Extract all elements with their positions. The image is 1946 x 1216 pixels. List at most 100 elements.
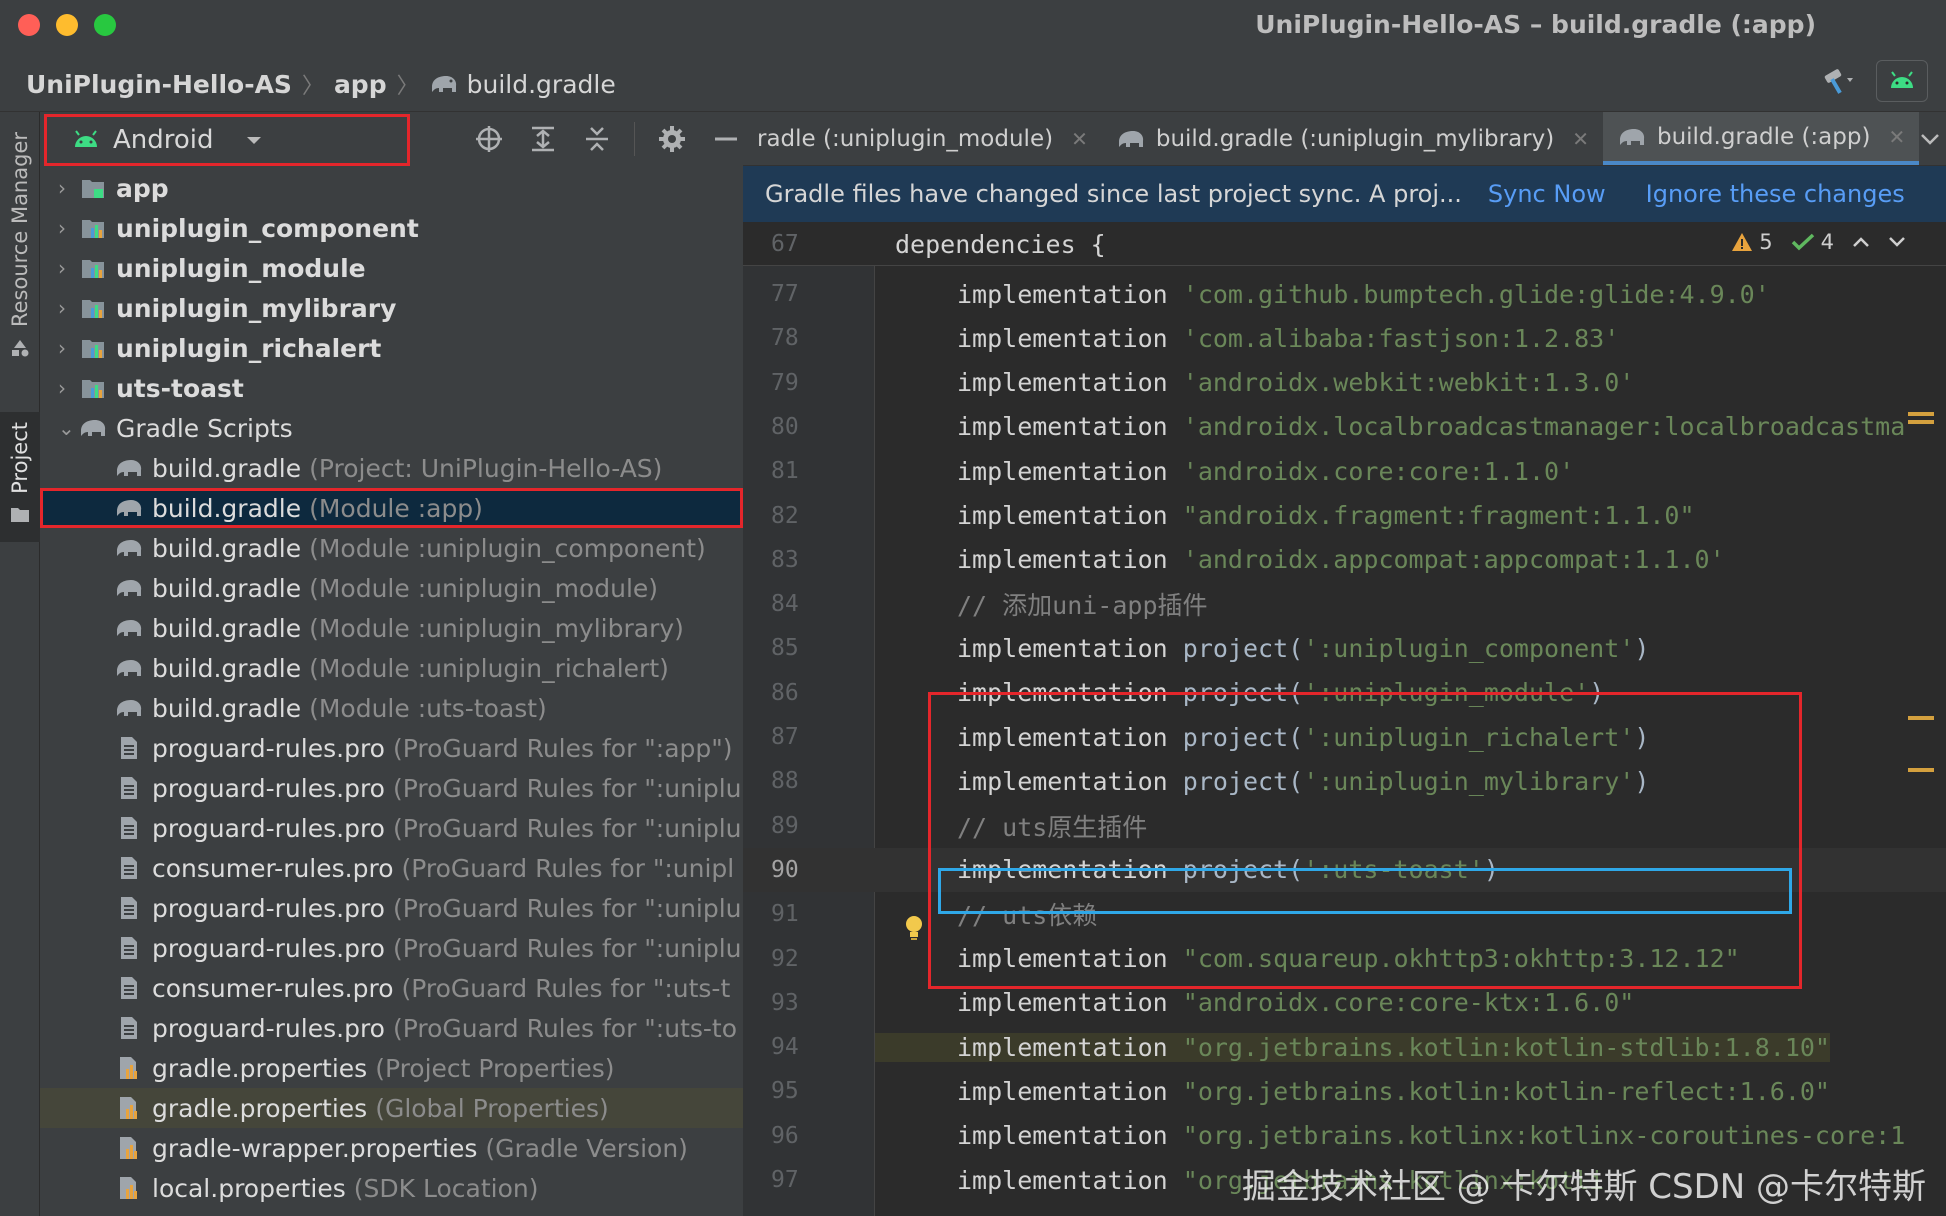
tree-item[interactable]: › uts-toast [40,368,743,408]
tree-item[interactable]: build.gradle (Module :uniplugin_module) [40,568,743,608]
error-stripe[interactable] [1908,222,1938,1216]
chevron-right-icon[interactable]: › [58,176,78,200]
code-line[interactable]: 78 implementation 'com.alibaba:fastjson:1… [743,316,1946,360]
chevron-right-icon[interactable]: › [58,216,78,240]
tree-item[interactable]: gradle.properties (Global Properties) [40,1088,743,1128]
stripe-mark[interactable] [1908,716,1934,720]
code-argument: "androidx.fragment:fragment:1.1.0" [1182,501,1695,530]
tree-item[interactable]: › uniplugin_component [40,208,743,248]
code-editor[interactable]: 67 dependencies { 5 4 77 implementation '… [743,222,1946,1216]
tree-item[interactable]: local.properties (SDK Location) [40,1168,743,1208]
elephant-icon [1118,130,1143,147]
tree-item[interactable]: build.gradle (Module :uniplugin_component… [40,528,743,568]
tree-item-hint: (Module :uts-toast) [309,693,547,723]
code-line[interactable]: 82 implementation "androidx.fragment:frag… [743,494,1946,538]
tab-uniplugin-mylibrary[interactable]: build.gradle (:uniplugin_mylibrary) ✕ [1102,112,1603,165]
tree-item[interactable]: › app [40,168,743,208]
tree-item[interactable]: › uniplugin_mylibrary [40,288,743,328]
lightbulb-icon[interactable] [903,914,925,948]
stripe-mark[interactable] [1908,420,1934,424]
tree-item[interactable]: proguard-rules.pro (ProGuard Rules for ":… [40,768,743,808]
tree-item[interactable]: consumer-rules.pro (ProGuard Rules for ":… [40,848,743,888]
chevron-right-icon[interactable]: › [58,376,78,400]
tree-item[interactable]: build.gradle (Module :app) [40,488,743,528]
close-tab-icon[interactable]: ✕ [1888,125,1905,149]
collapse-all-button[interactable] [580,122,614,156]
code-line[interactable]: 85 implementation project(':uniplugin_com… [743,626,1946,670]
tree-item[interactable]: build.gradle (Module :uniplugin_richalert… [40,648,743,688]
panel-settings-button[interactable] [655,122,689,156]
tree-item[interactable]: › uniplugin_module [40,248,743,288]
tab-app-build-gradle[interactable]: build.gradle (:app) ✕ [1602,112,1920,165]
tree-item[interactable]: build.gradle (Module :uts-toast) [40,688,743,728]
tree-item-label: proguard-rules.pro [152,813,385,843]
code-argument: 'com.github.bumptech.glide:glide:4.9.0' [1182,279,1770,309]
line-number: 87 [771,724,799,750]
hide-panel-button[interactable] [709,122,743,156]
close-window-button[interactable] [18,14,40,36]
tree-item-label: gradle.properties [152,1053,368,1083]
resource-manager-tab[interactable]: Resource Manager [0,132,40,392]
stripe-mark[interactable] [1908,768,1934,772]
code-line[interactable]: 79 implementation 'androidx.webkit:webkit… [743,361,1946,405]
gear-icon [659,126,685,152]
gradle-icon [114,655,144,681]
close-tab-icon[interactable]: ✕ [1572,127,1589,151]
code-line[interactable]: 95 implementation "org.jetbrains.kotlin:k… [743,1069,1946,1113]
code-line[interactable]: 84 // 添加uni-app插件 [743,582,1946,626]
code-line[interactable]: 96 implementation "org.jetbrains.kotlinx:… [743,1114,1946,1158]
breadcrumb-project[interactable]: UniPlugin-Hello-AS [26,70,292,99]
build-hammer-button[interactable] [1816,61,1860,101]
chevron-right-icon[interactable]: › [58,296,78,320]
close-tab-icon[interactable]: ✕ [1071,127,1088,151]
code-line[interactable]: 89 // uts原生插件 [743,804,1946,848]
code-line[interactable]: 87 implementation project(':uniplugin_ric… [743,715,1946,759]
tree-item[interactable]: gradle.properties (Project Properties) [40,1048,743,1088]
code-line[interactable]: 94 implementation "org.jetbrains.kotlin:k… [743,1025,1946,1069]
code-line[interactable]: 86 implementation project(':uniplugin_mod… [743,671,1946,715]
tree-item[interactable]: proguard-rules.pro (ProGuard Rules for ":… [40,1008,743,1048]
text-file-icon [114,855,144,881]
line-number: 78 [771,325,799,352]
chevron-down-icon[interactable]: ⌄ [58,416,78,440]
stripe-mark[interactable] [1908,412,1934,416]
sync-now-link[interactable]: Sync Now [1488,180,1606,208]
android-run-config-button[interactable] [1876,60,1928,102]
project-view-selector[interactable]: Android [44,114,410,166]
project-tab[interactable]: Project [0,412,40,542]
tree-item-label: consumer-rules.pro [152,973,394,1003]
tree-item[interactable]: build.gradle (Module :uniplugin_mylibrary… [40,608,743,648]
chevron-right-icon[interactable]: › [58,256,78,280]
inspection-widget[interactable]: 5 4 [1731,230,1906,254]
tree-item[interactable]: proguard-rules.pro (ProGuard Rules for ":… [40,888,743,928]
breadcrumb-file[interactable]: build.gradle [467,70,616,99]
tree-item[interactable]: ⌄ Gradle Scripts [40,408,743,448]
tree-item[interactable]: build.gradle (Project: UniPlugin-Hello-AS… [40,448,743,488]
tree-item[interactable]: consumer-rules.pro (ProGuard Rules for ":… [40,968,743,1008]
minimize-window-button[interactable] [56,14,78,36]
tree-item[interactable]: proguard-rules.pro (ProGuard Rules for ":… [40,808,743,848]
code-line[interactable]: 77 implementation 'com.github.bumptech.gl… [743,272,1946,316]
tree-item[interactable]: proguard-rules.pro (ProGuard Rules for ":… [40,928,743,968]
chevron-down-icon[interactable] [1919,132,1941,146]
code-line[interactable]: 80 implementation 'androidx.localbroadcas… [743,405,1946,449]
ignore-changes-link[interactable]: Ignore these changes [1646,180,1905,208]
code-line[interactable]: 90 implementation project(':uts-toast') [743,847,1946,892]
tree-item[interactable]: › uniplugin_richalert [40,328,743,368]
tree-item[interactable]: gradle-wrapper.properties (Gradle Version… [40,1128,743,1168]
tree-item[interactable]: proguard-rules.pro (ProGuard Rules for ":… [40,728,743,768]
code-line[interactable]: 88 implementation project(':uniplugin_myl… [743,759,1946,803]
code-line[interactable]: 93 implementation "androidx.core:core-ktx… [743,981,1946,1025]
code-line[interactable]: 81 implementation 'androidx.core:core:1.1… [743,449,1946,493]
tree-item-label: uniplugin_mylibrary [116,293,397,323]
breadcrumb-module[interactable]: app [334,70,387,99]
locate-file-button[interactable] [472,122,506,156]
zoom-window-button[interactable] [94,14,116,36]
properties-file-icon [114,1175,144,1201]
chevron-down-icon[interactable] [1888,236,1906,248]
chevron-right-icon[interactable]: › [58,336,78,360]
expand-all-button[interactable] [526,122,560,156]
tab-uniplugin-module[interactable]: radle (:uniplugin_module) ✕ [743,112,1102,165]
chevron-up-icon[interactable] [1852,236,1870,248]
code-line[interactable]: 83 implementation 'androidx.appcompat:app… [743,538,1946,582]
